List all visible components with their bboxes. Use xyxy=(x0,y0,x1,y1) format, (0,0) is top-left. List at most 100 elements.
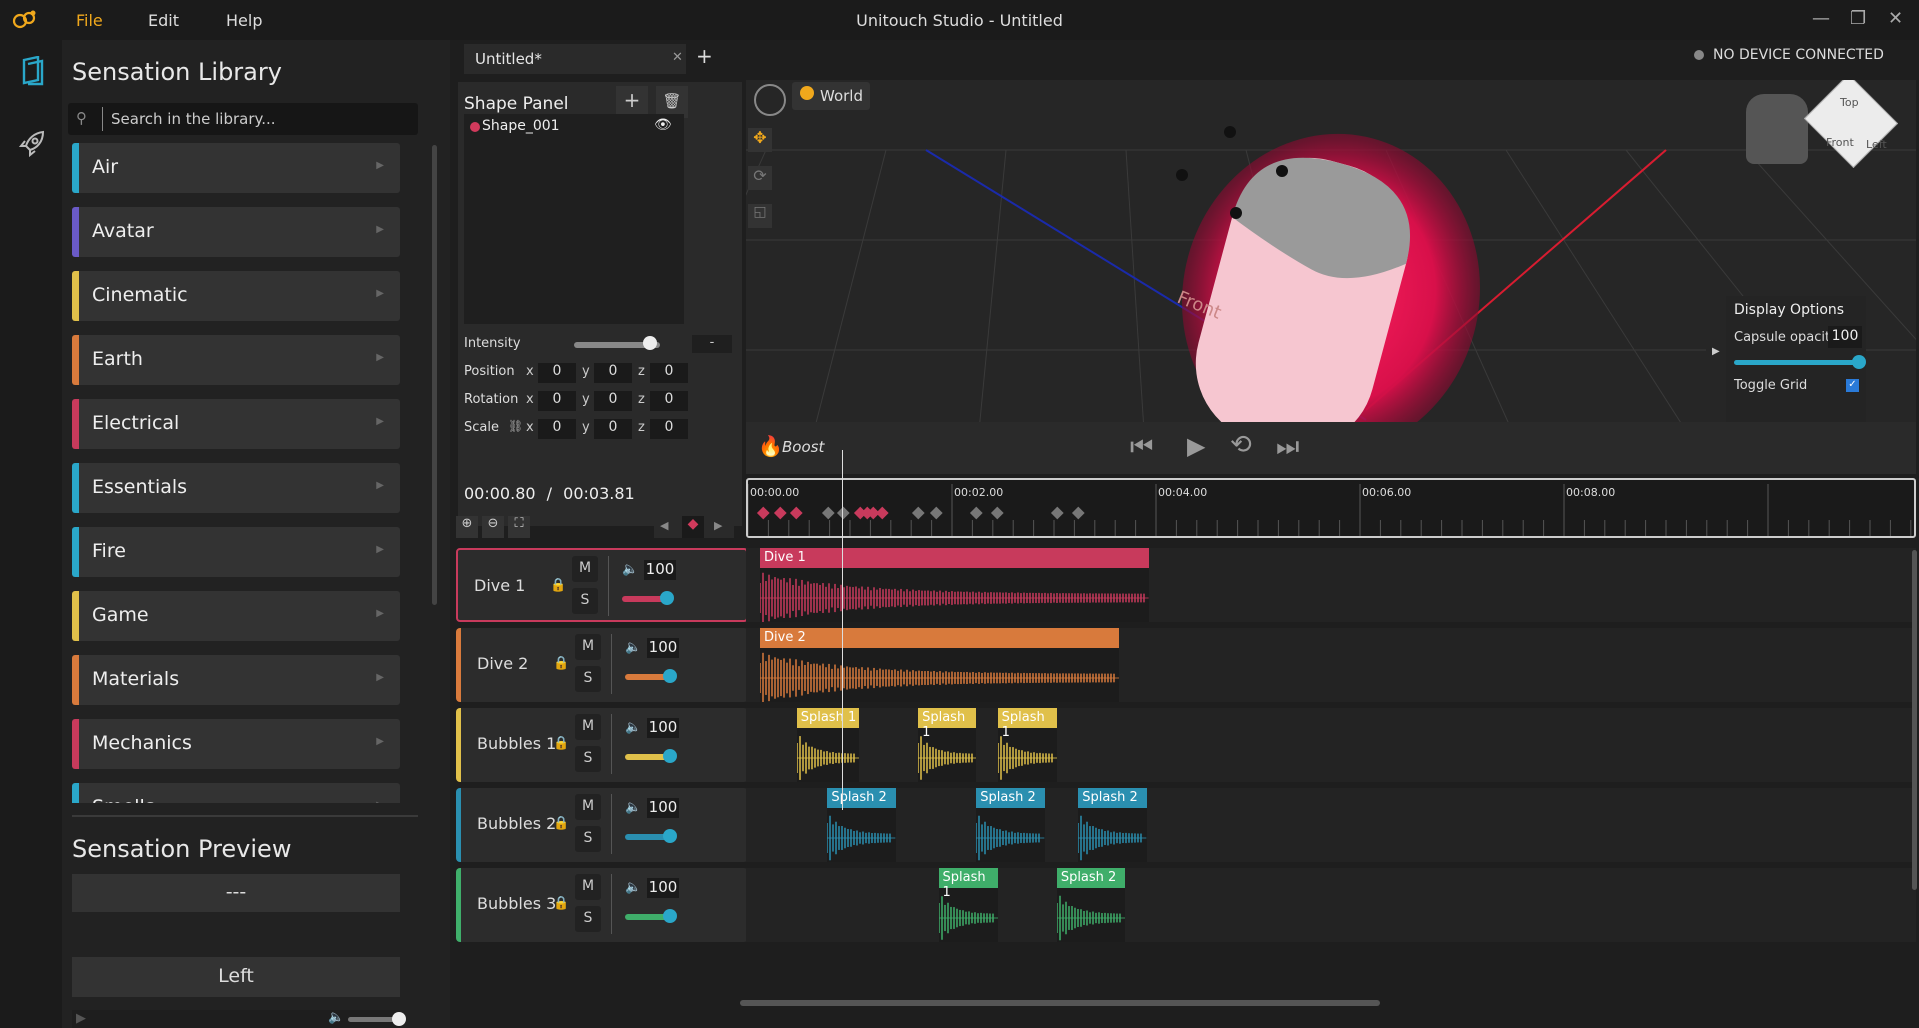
audio-clip[interactable]: Splash 1 xyxy=(938,868,998,942)
world-space-button[interactable]: World xyxy=(792,82,870,110)
display-options-toggle[interactable]: ▶ xyxy=(1706,296,1726,422)
rotate-tool-icon[interactable]: ⟳ xyxy=(748,166,772,190)
track-volume-knob[interactable] xyxy=(663,669,677,683)
audio-clip[interactable]: Splash 2 xyxy=(976,788,1045,862)
toggle-grid-checkbox[interactable]: ✓ xyxy=(1846,379,1859,392)
capsule-opacity-knob[interactable] xyxy=(1852,355,1866,369)
position-x-input[interactable]: 0 xyxy=(538,363,576,383)
prev-keyframe-icon[interactable]: ◀ xyxy=(660,519,668,532)
solo-button[interactable]: S xyxy=(572,588,598,614)
category-avatar[interactable]: Avatar ▶ xyxy=(72,207,400,257)
move-tool-icon[interactable]: ✥ xyxy=(748,128,772,152)
category-electrical[interactable]: Electrical ▶ xyxy=(72,399,400,449)
audio-clip[interactable]: Splash 2 xyxy=(1056,868,1126,942)
shape-name[interactable]: Shape_001 xyxy=(482,118,560,134)
solo-button[interactable]: S xyxy=(575,666,601,692)
tab-untitled[interactable]: Untitled* ✕ xyxy=(464,44,686,74)
rocket-icon[interactable] xyxy=(18,128,48,162)
category-fire[interactable]: Fire ▶ xyxy=(72,527,400,577)
skip-forward-icon[interactable]: ⏭ xyxy=(1276,432,1299,463)
position-y-input[interactable]: 0 xyxy=(594,363,632,383)
close-icon[interactable]: ✕ xyxy=(1888,8,1903,29)
solo-button[interactable]: S xyxy=(575,826,601,852)
track-lane[interactable]: Dive 1 xyxy=(746,548,1916,622)
audio-clip[interactable]: Dive 2 xyxy=(760,628,1120,702)
audio-clip[interactable]: Splash 2 xyxy=(1078,788,1147,862)
zoom-out-icon[interactable]: ⊖ xyxy=(482,516,504,538)
capsule-opacity-value[interactable]: 100 xyxy=(1828,326,1862,348)
track-volume-slider[interactable] xyxy=(625,834,667,840)
mute-button[interactable]: M xyxy=(575,634,601,660)
track-volume-slider[interactable] xyxy=(622,596,664,602)
category-materials[interactable]: Materials ▶ xyxy=(72,655,400,705)
intensity-value[interactable]: - xyxy=(692,335,732,353)
playhead[interactable] xyxy=(841,450,843,810)
audio-clip[interactable]: Splash 1 xyxy=(796,708,859,782)
audio-clip[interactable]: Dive 1 xyxy=(760,548,1149,622)
boost-label[interactable]: Boost xyxy=(782,438,824,456)
track-lane[interactable]: Splash 2 Splash 2 Splash 2 xyxy=(746,788,1916,862)
scale-tool-icon[interactable]: ◱ xyxy=(748,204,772,228)
library-scrollbar[interactable] xyxy=(432,145,437,605)
new-tab-icon[interactable]: + xyxy=(696,44,713,68)
timeline-horizontal-scrollbar[interactable] xyxy=(740,1000,1380,1006)
lock-icon[interactable]: 🔒 xyxy=(553,816,569,831)
timeline-ruler[interactable]: 00:00.00 00:02.00 00:04.00 00:06.00 00:08.00 xyxy=(746,478,1916,538)
library-search-input[interactable] xyxy=(102,107,402,131)
eye-icon[interactable]: 👁 xyxy=(654,117,672,133)
track-lane[interactable]: Dive 2 xyxy=(746,628,1916,702)
track-volume-knob[interactable] xyxy=(663,749,677,763)
scale-x-input[interactable]: 0 xyxy=(538,419,576,439)
track-volume[interactable]: 100 xyxy=(647,718,679,738)
track-header[interactable]: Dive 2 🔒 M S 🔈 100 xyxy=(456,628,748,702)
track-header[interactable]: Bubbles 2 🔒 M S 🔈 100 xyxy=(456,788,748,862)
category-earth[interactable]: Earth ▶ xyxy=(72,335,400,385)
rotation-x-input[interactable]: 0 xyxy=(538,391,576,411)
category-mechanics[interactable]: Mechanics ▶ xyxy=(72,719,400,769)
track-volume[interactable]: 100 xyxy=(647,798,679,818)
position-z-input[interactable]: 0 xyxy=(650,363,688,383)
scale-z-input[interactable]: 0 xyxy=(650,419,688,439)
preview-volume-knob[interactable] xyxy=(392,1012,406,1026)
zoom-in-icon[interactable]: ⊕ xyxy=(456,516,478,538)
solo-button[interactable]: S xyxy=(575,746,601,772)
scale-y-input[interactable]: 0 xyxy=(594,419,632,439)
solo-button[interactable]: S xyxy=(575,906,601,932)
track-volume-knob[interactable] xyxy=(663,909,677,923)
track-lane[interactable]: Splash 1 Splash 2 xyxy=(746,868,1916,942)
lock-icon[interactable]: 🔒 xyxy=(553,736,569,751)
track-volume-slider[interactable] xyxy=(625,674,667,680)
track-lane[interactable]: Splash 1 Splash 1 Splash 1 xyxy=(746,708,1916,782)
restore-icon[interactable]: ❐ xyxy=(1850,8,1866,29)
rotation-y-input[interactable]: 0 xyxy=(594,391,632,411)
add-keyframe-icon[interactable]: ◆ xyxy=(682,516,704,538)
preview-direction[interactable]: Left xyxy=(72,957,400,997)
orbit-icon[interactable] xyxy=(754,84,786,116)
track-volume[interactable]: 100 xyxy=(647,878,679,898)
mute-button[interactable]: M xyxy=(575,874,601,900)
audio-clip[interactable]: Splash 1 xyxy=(997,708,1057,782)
track-header[interactable]: Bubbles 3 🔒 M S 🔈 100 xyxy=(456,868,748,942)
lock-icon[interactable]: 🔒 xyxy=(550,578,566,593)
timeline-vertical-scrollbar[interactable] xyxy=(1912,550,1917,890)
preview-play-icon[interactable]: ▶ xyxy=(76,1011,86,1026)
mute-button[interactable]: M xyxy=(572,556,598,582)
track-volume-knob[interactable] xyxy=(663,829,677,843)
minimize-icon[interactable]: — xyxy=(1812,8,1830,29)
next-keyframe-icon[interactable]: ▶ xyxy=(714,519,722,532)
scale-link-icon[interactable]: ⛓ xyxy=(508,419,523,433)
audio-clip[interactable]: Splash 2 xyxy=(827,788,896,862)
library-book-icon[interactable] xyxy=(20,55,46,90)
rotation-z-input[interactable]: 0 xyxy=(650,391,688,411)
skip-back-icon[interactable]: ⏮ xyxy=(1130,432,1153,463)
mute-button[interactable]: M xyxy=(575,714,601,740)
track-header[interactable]: Bubbles 1 🔒 M S 🔈 100 xyxy=(456,708,748,782)
track-volume-slider[interactable] xyxy=(625,914,667,920)
track-volume[interactable]: 100 xyxy=(644,560,676,580)
track-volume-knob[interactable] xyxy=(660,591,674,605)
lock-icon[interactable]: 🔒 xyxy=(553,896,569,911)
category-smells[interactable]: Smells ▶ xyxy=(72,783,400,803)
category-essentials[interactable]: Essentials ▶ xyxy=(72,463,400,513)
category-game[interactable]: Game ▶ xyxy=(72,591,400,641)
track-volume-slider[interactable] xyxy=(625,754,667,760)
